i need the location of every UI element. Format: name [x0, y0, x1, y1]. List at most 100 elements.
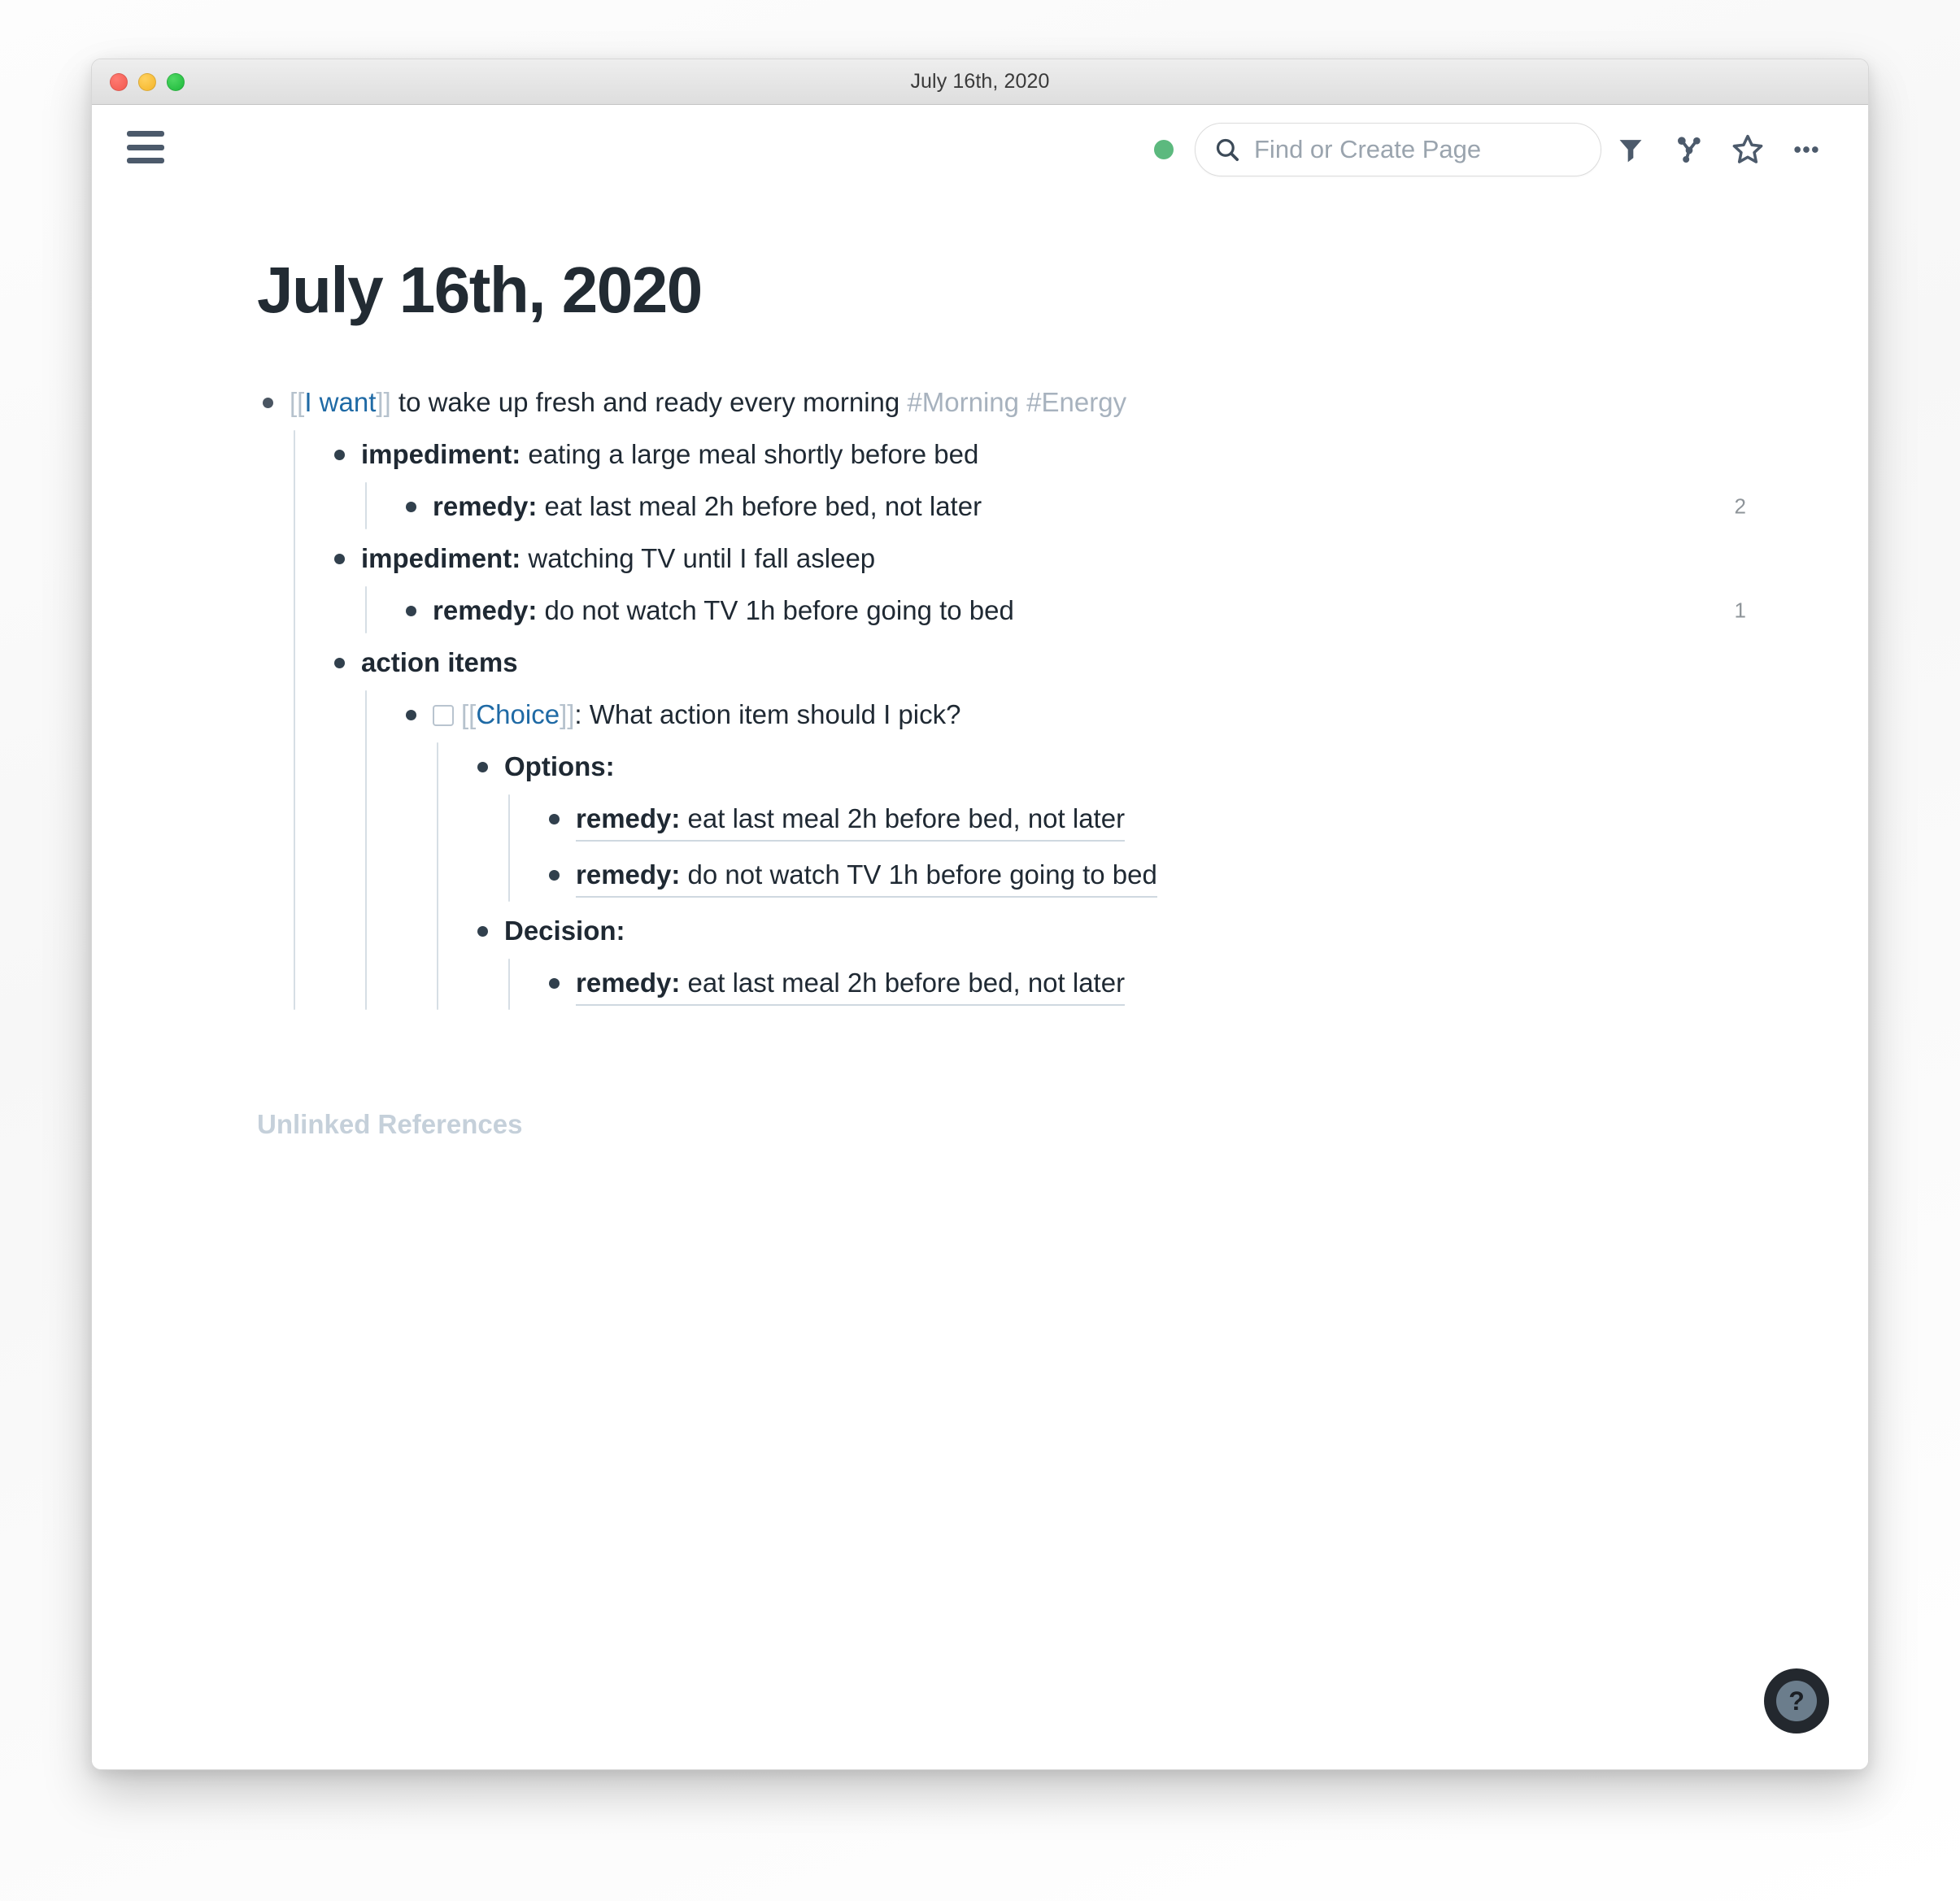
bullet-icon[interactable]: [329, 644, 350, 681]
help-button[interactable]: ?: [1764, 1668, 1829, 1734]
block-body-text: eating a large meal shortly before bed: [520, 439, 979, 469]
block-row: [[I want]] to wake up fresh and ready ev…: [257, 376, 1746, 428]
bracket-open: [[: [461, 699, 477, 729]
block-label: impediment:: [361, 439, 521, 469]
block-i-want: [[I want]] to wake up fresh and ready ev…: [257, 376, 1746, 1013]
block-label: remedy:: [576, 859, 681, 890]
block-text[interactable]: impediment: eating a large meal shortly …: [361, 436, 978, 473]
block-row: impediment: eating a large meal shortly …: [329, 428, 1746, 481]
reference-count-badge[interactable]: 1: [1735, 598, 1746, 624]
block-body-text: eat last meal 2h before bed, not later: [680, 968, 1126, 998]
block-text[interactable]: action items: [361, 644, 518, 681]
block-choice: [[Choice]]: What action item should I pi…: [400, 689, 1746, 1013]
block-row: Options:: [472, 741, 1746, 793]
window-titlebar: July 16th, 2020: [92, 59, 1868, 105]
online-status-dot: [1154, 140, 1174, 159]
block-row: remedy: do not watch TV 1h before going …: [400, 585, 1746, 637]
block-reference[interactable]: remedy: eat last meal 2h before bed, not…: [576, 800, 1126, 842]
block-text[interactable]: [[Choice]]: What action item should I pi…: [433, 696, 960, 733]
block-row: remedy: eat last meal 2h before bed, not…: [543, 957, 1746, 1013]
bullet-icon[interactable]: [543, 964, 564, 1002]
bracket-close: ]]: [560, 699, 575, 729]
children-level-1: impediment: eating a large meal shortly …: [294, 428, 1746, 1013]
block-option-2: remedy: do not watch TV 1h before going …: [543, 849, 1746, 905]
block-label: action items: [361, 647, 518, 677]
block-text[interactable]: remedy: do not watch TV 1h before going …: [433, 592, 1014, 629]
block-reference[interactable]: remedy: do not watch TV 1h before going …: [576, 856, 1157, 898]
page-link-i-want[interactable]: I want: [304, 387, 376, 417]
app-toolbar: [92, 105, 1868, 193]
block-row: remedy: do not watch TV 1h before going …: [543, 849, 1746, 905]
children-level-2: [[Choice]]: What action item should I pi…: [365, 689, 1746, 1013]
filter-icon[interactable]: [1601, 123, 1660, 176]
block-text[interactable]: [[I want]] to wake up fresh and ready ev…: [290, 384, 1126, 421]
block-body-text: do not watch TV 1h before going to bed: [680, 859, 1157, 890]
search-icon: [1216, 138, 1239, 162]
block-text[interactable]: Options:: [504, 748, 615, 785]
block-label: Decision:: [504, 916, 625, 946]
toolbar-right-group: [1154, 123, 1836, 176]
block-decision-1: remedy: eat last meal 2h before bed, not…: [543, 957, 1746, 1013]
bullet-icon[interactable]: [257, 384, 278, 421]
block-body-text: to wake up fresh and ready every morning: [390, 387, 908, 417]
block-action-items: action items [[Choice]]: What action ite…: [329, 637, 1746, 1013]
search-input[interactable]: [1254, 135, 1583, 164]
bullet-icon[interactable]: [329, 436, 350, 473]
bullet-icon[interactable]: [543, 856, 564, 894]
block-row: impediment: watching TV until I fall asl…: [329, 533, 1746, 585]
app-window: July 16th, 2020 Find or Create Page July…: [91, 59, 1869, 1770]
bracket-open: [[: [290, 387, 305, 417]
block-label: impediment:: [361, 543, 521, 573]
page-title: July 16th, 2020: [257, 254, 703, 326]
block-text[interactable]: remedy: eat last meal 2h before bed, not…: [433, 488, 982, 525]
block-body-text: do not watch TV 1h before going to bed: [537, 595, 1014, 625]
block-label: remedy:: [576, 968, 681, 998]
page-body: July 16th, 2020 [[I want]] to wake up fr…: [92, 193, 1868, 1769]
children-level-4: remedy: eat last meal 2h before bed, not…: [508, 957, 1746, 1013]
todo-checkbox[interactable]: [433, 705, 454, 726]
block-remedy-2: remedy: do not watch TV 1h before going …: [400, 585, 1746, 637]
block-impediment-2: impediment: watching TV until I fall asl…: [329, 533, 1746, 637]
bullet-icon[interactable]: [400, 488, 421, 525]
more-icon[interactable]: [1777, 123, 1836, 176]
bullet-icon[interactable]: [543, 800, 564, 837]
block-remedy-1: remedy: eat last meal 2h before bed, not…: [400, 481, 1746, 533]
bullet-icon[interactable]: [400, 592, 421, 629]
block-reference[interactable]: remedy: eat last meal 2h before bed, not…: [576, 964, 1126, 1006]
graph-icon[interactable]: [1660, 123, 1718, 176]
children-level-2: remedy: do not watch TV 1h before going …: [365, 585, 1746, 637]
block-label: remedy:: [433, 491, 538, 521]
block-label: remedy:: [576, 803, 681, 833]
window-title: July 16th, 2020: [910, 70, 1050, 93]
bullet-icon[interactable]: [472, 912, 493, 950]
block-label: Options:: [504, 751, 615, 781]
block-body-text: watching TV until I fall asleep: [520, 543, 876, 573]
block-label: remedy:: [433, 595, 538, 625]
tag-spacer: [1019, 387, 1026, 417]
hamburger-icon[interactable]: [127, 131, 164, 163]
children-level-4: remedy: eat last meal 2h before bed, not…: [508, 793, 1746, 905]
block-impediment-1: impediment: eating a large meal shortly …: [329, 428, 1746, 533]
outliner-root: [[I want]] to wake up fresh and ready ev…: [257, 376, 1746, 1013]
children-level-2: remedy: eat last meal 2h before bed, not…: [365, 481, 1746, 533]
unlinked-references-heading[interactable]: Unlinked References: [257, 1109, 522, 1140]
bullet-icon[interactable]: [400, 696, 421, 733]
page-link-choice[interactable]: Choice: [476, 699, 560, 729]
tag-energy[interactable]: #Energy: [1026, 387, 1126, 417]
block-body-text: : What action item should I pick?: [574, 699, 961, 729]
bullet-icon[interactable]: [329, 540, 350, 577]
block-body-text: eat last meal 2h before bed, not later: [537, 491, 982, 521]
block-row: action items: [329, 637, 1746, 689]
block-row: Decision:: [472, 905, 1746, 957]
block-row: remedy: eat last meal 2h before bed, not…: [543, 793, 1746, 849]
tag-morning[interactable]: #Morning: [907, 387, 1019, 417]
bracket-close: ]]: [376, 387, 391, 417]
block-row: [[Choice]]: What action item should I pi…: [400, 689, 1746, 741]
search-bar[interactable]: [1195, 123, 1601, 176]
star-icon[interactable]: [1718, 123, 1777, 176]
bullet-icon[interactable]: [472, 748, 493, 785]
reference-count-badge[interactable]: 2: [1735, 494, 1746, 520]
block-text[interactable]: impediment: watching TV until I fall asl…: [361, 540, 875, 577]
block-text[interactable]: Decision:: [504, 912, 625, 950]
block-decision: Decision: remedy: eat last meal 2h befor…: [472, 905, 1746, 1013]
